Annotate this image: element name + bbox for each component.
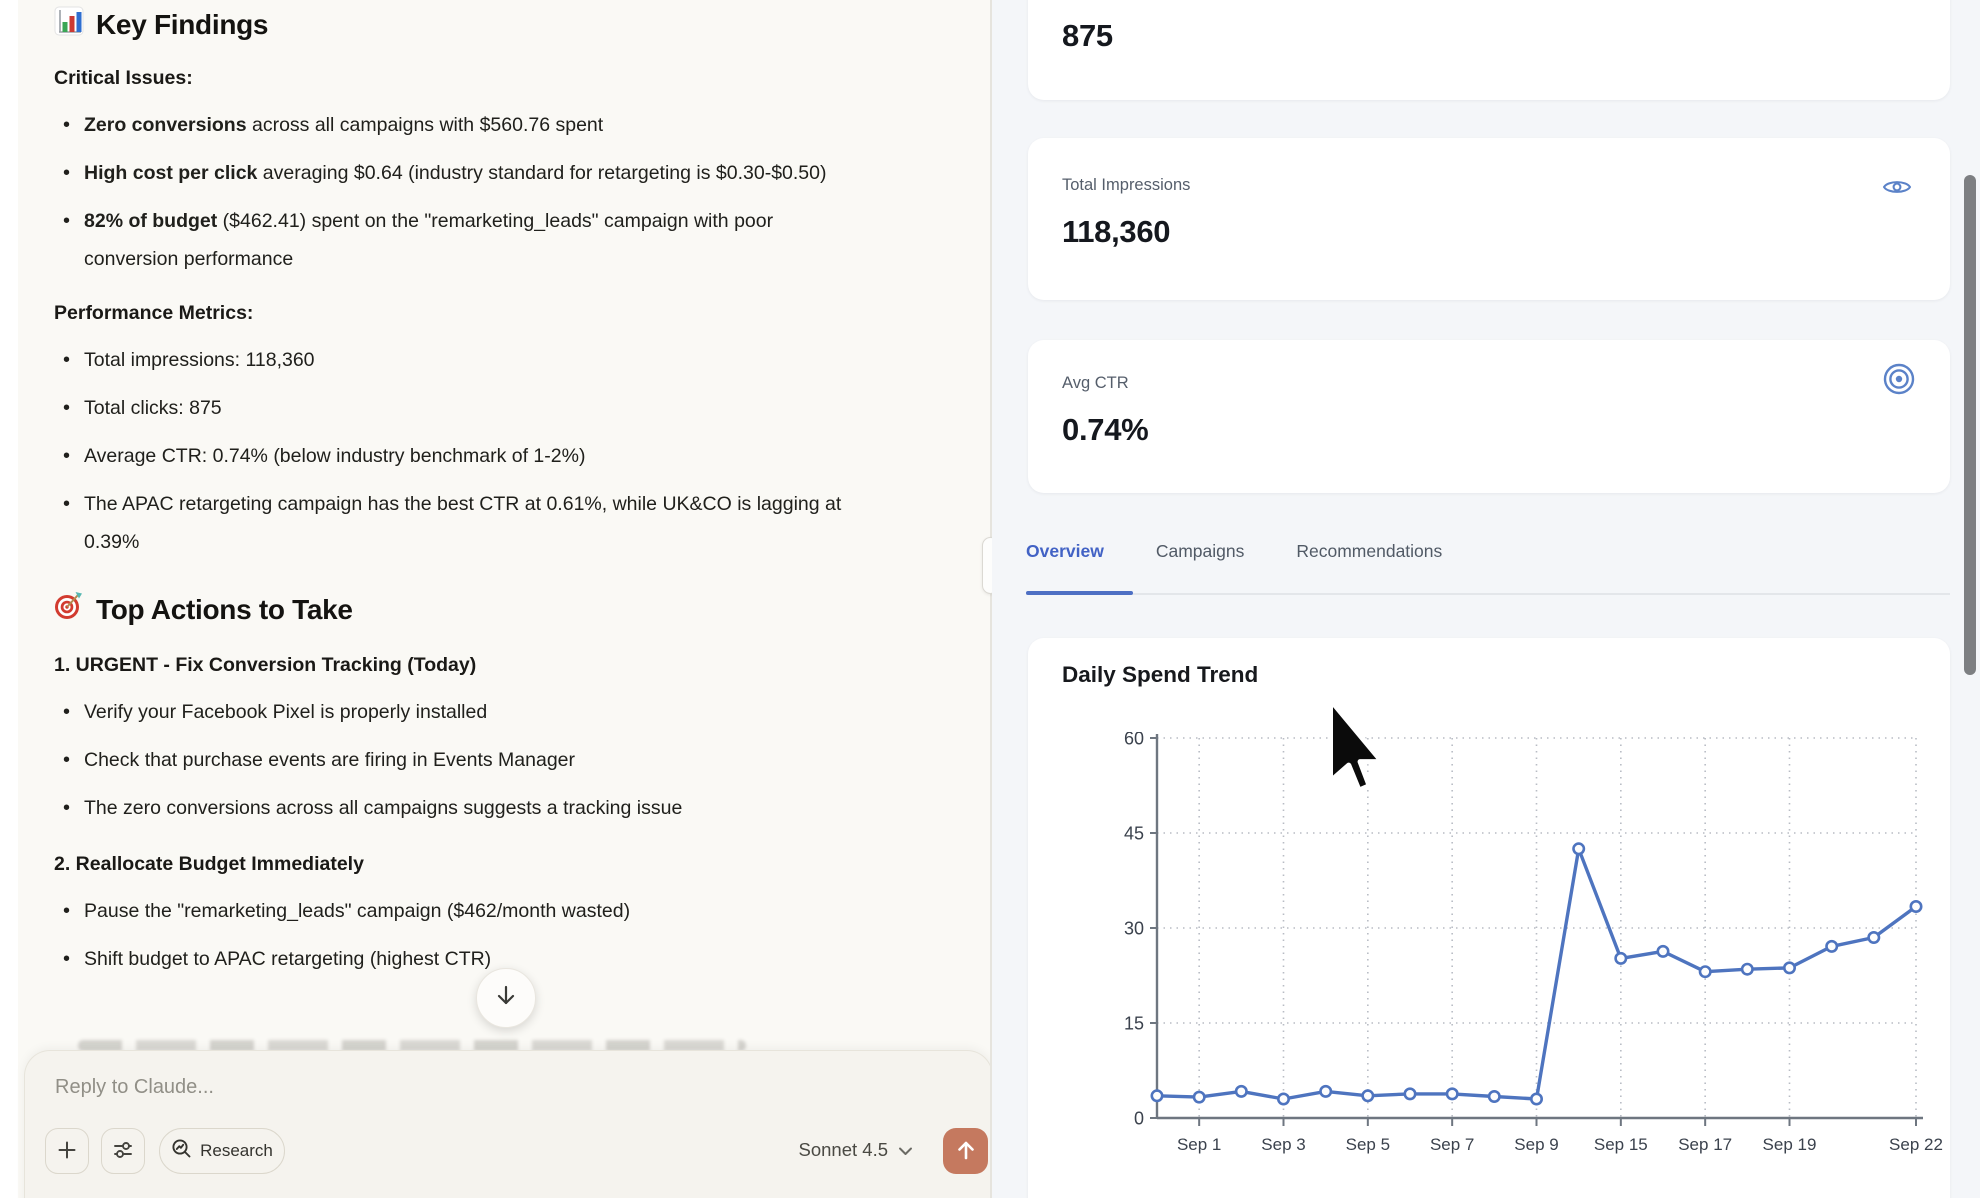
bar-chart-icon	[54, 6, 84, 43]
assistant-message: Key Findings Critical Issues: Zero conve…	[54, 6, 900, 988]
vertical-scrollbar-thumb[interactable]	[1964, 175, 1976, 675]
metric-label: Total Clicks	[1062, 0, 1145, 5]
action-group-heading: 1. URGENT - Fix Conversion Tracking (Tod…	[54, 654, 900, 677]
artifact-panel: Total Clicks 875 Total Impressions 118,3…	[992, 0, 1980, 1198]
bullseye-icon	[1882, 362, 1916, 401]
metric-card-avg-ctr: Avg CTR 0.74%	[1028, 340, 1950, 493]
tabs-divider	[1026, 593, 1950, 595]
svg-text:Sep 19: Sep 19	[1763, 1135, 1817, 1154]
model-label: Sonnet 4.5	[799, 1139, 889, 1161]
daily-spend-trend-card: Daily Spend Trend 0 15 30 45 60 Sep 1 Sep 3 Sep…	[1028, 638, 1950, 1198]
list-item: Pause the "remarketing_leads" campaign (…	[54, 892, 870, 930]
list-item: Zero conversions across all campaigns wi…	[54, 106, 870, 144]
research-icon	[171, 1138, 192, 1164]
list-item: Total impressions: 118,360	[54, 341, 870, 379]
page-title: Key Findings	[96, 9, 268, 41]
list-item: 82% of budget ($462.41) spent on the "re…	[54, 202, 870, 278]
chart-title: Daily Spend Trend	[1062, 662, 1258, 688]
svg-text:60: 60	[1124, 732, 1144, 749]
research-button[interactable]: Research	[159, 1128, 285, 1174]
app-window: { "colors": { "accent_blue": "#4e74bf", …	[0, 0, 1980, 1198]
svg-text:30: 30	[1124, 919, 1144, 939]
list-item: The zero conversions across all campaign…	[54, 789, 870, 827]
composer: Research Sonnet 4.5	[24, 1050, 993, 1198]
daily-spend-line-chart: 0 15 30 45 60 Sep 1 Sep 3 Sep 5 Sep 7 Sep 9 Sep 15…	[1117, 732, 1947, 1182]
tab-overview[interactable]: Overview	[1026, 541, 1104, 566]
artifact-tabs: Overview Campaigns Recommendations	[1026, 541, 1442, 566]
chevron-down-icon	[898, 1139, 913, 1161]
scroll-to-bottom-button[interactable]	[476, 968, 536, 1028]
attach-button[interactable]	[45, 1128, 89, 1174]
list-item: Shift budget to APAC retargeting (highes…	[54, 940, 870, 978]
chat-panel: Key Findings Critical Issues: Zero conve…	[18, 0, 990, 1198]
cursor-click-icon	[1884, 0, 1910, 1]
eye-icon	[1882, 176, 1912, 203]
plus-icon	[57, 1140, 77, 1163]
metric-label: Total Impressions	[1062, 176, 1190, 195]
metric-card-total-clicks: Total Clicks 875	[1028, 0, 1950, 100]
section-heading: Critical Issues:	[54, 67, 900, 90]
metric-card-total-impressions: Total Impressions 118,360	[1028, 138, 1950, 300]
svg-text:Sep 5: Sep 5	[1346, 1135, 1390, 1154]
tab-recommendations[interactable]: Recommendations	[1296, 541, 1442, 566]
sliders-icon	[112, 1139, 134, 1164]
svg-text:45: 45	[1124, 824, 1144, 844]
list-item: Check that purchase events are firing in…	[54, 741, 870, 779]
list-item: Total clicks: 875	[54, 389, 870, 427]
research-label: Research	[200, 1141, 273, 1161]
metric-label: Avg CTR	[1062, 374, 1129, 393]
section-heading: Performance Metrics:	[54, 302, 900, 325]
action-list: Verify your Facebook Pixel is properly i…	[54, 693, 900, 827]
mouse-cursor	[1328, 700, 1390, 801]
arrow-up-icon	[955, 1139, 977, 1164]
svg-text:Sep 3: Sep 3	[1261, 1135, 1305, 1154]
key-findings-heading: Key Findings	[54, 6, 900, 43]
tools-button[interactable]	[101, 1128, 145, 1174]
metric-value: 0.74%	[1062, 412, 1148, 448]
list-item: High cost per click averaging $0.64 (ind…	[54, 154, 870, 192]
model-selector[interactable]: Sonnet 4.5	[765, 1139, 913, 1161]
list-item: Average CTR: 0.74% (below industry bench…	[54, 437, 870, 475]
arrow-down-icon	[494, 984, 518, 1013]
performance-metrics-list: Total impressions: 118,360 Total clicks:…	[54, 341, 900, 561]
action-list: Pause the "remarketing_leads" campaign (…	[54, 892, 900, 978]
tab-campaigns[interactable]: Campaigns	[1156, 541, 1245, 566]
window-left-edge	[0, 0, 18, 1198]
svg-text:0: 0	[1134, 1109, 1144, 1129]
svg-text:15: 15	[1124, 1014, 1144, 1034]
send-button[interactable]	[943, 1128, 988, 1174]
top-actions-heading: Top Actions to Take	[54, 591, 900, 628]
list-item: The APAC retargeting campaign has the be…	[54, 485, 870, 561]
metric-value: 118,360	[1062, 214, 1170, 250]
critical-issues-list: Zero conversions across all campaigns wi…	[54, 106, 900, 278]
active-tab-indicator	[1026, 591, 1133, 595]
svg-text:Sep 1: Sep 1	[1177, 1135, 1221, 1154]
action-group-heading: 2. Reallocate Budget Immediately	[54, 853, 900, 876]
list-item: Verify your Facebook Pixel is properly i…	[54, 693, 870, 731]
target-icon	[54, 591, 84, 628]
svg-text:Sep 9: Sep 9	[1514, 1135, 1558, 1154]
svg-text:Sep 7: Sep 7	[1430, 1135, 1474, 1154]
svg-text:Sep 22: Sep 22	[1889, 1135, 1943, 1154]
svg-text:Sep 15: Sep 15	[1594, 1135, 1648, 1154]
reply-input[interactable]	[55, 1067, 915, 1107]
svg-text:Sep 17: Sep 17	[1678, 1135, 1732, 1154]
metric-value: 875	[1062, 18, 1113, 54]
